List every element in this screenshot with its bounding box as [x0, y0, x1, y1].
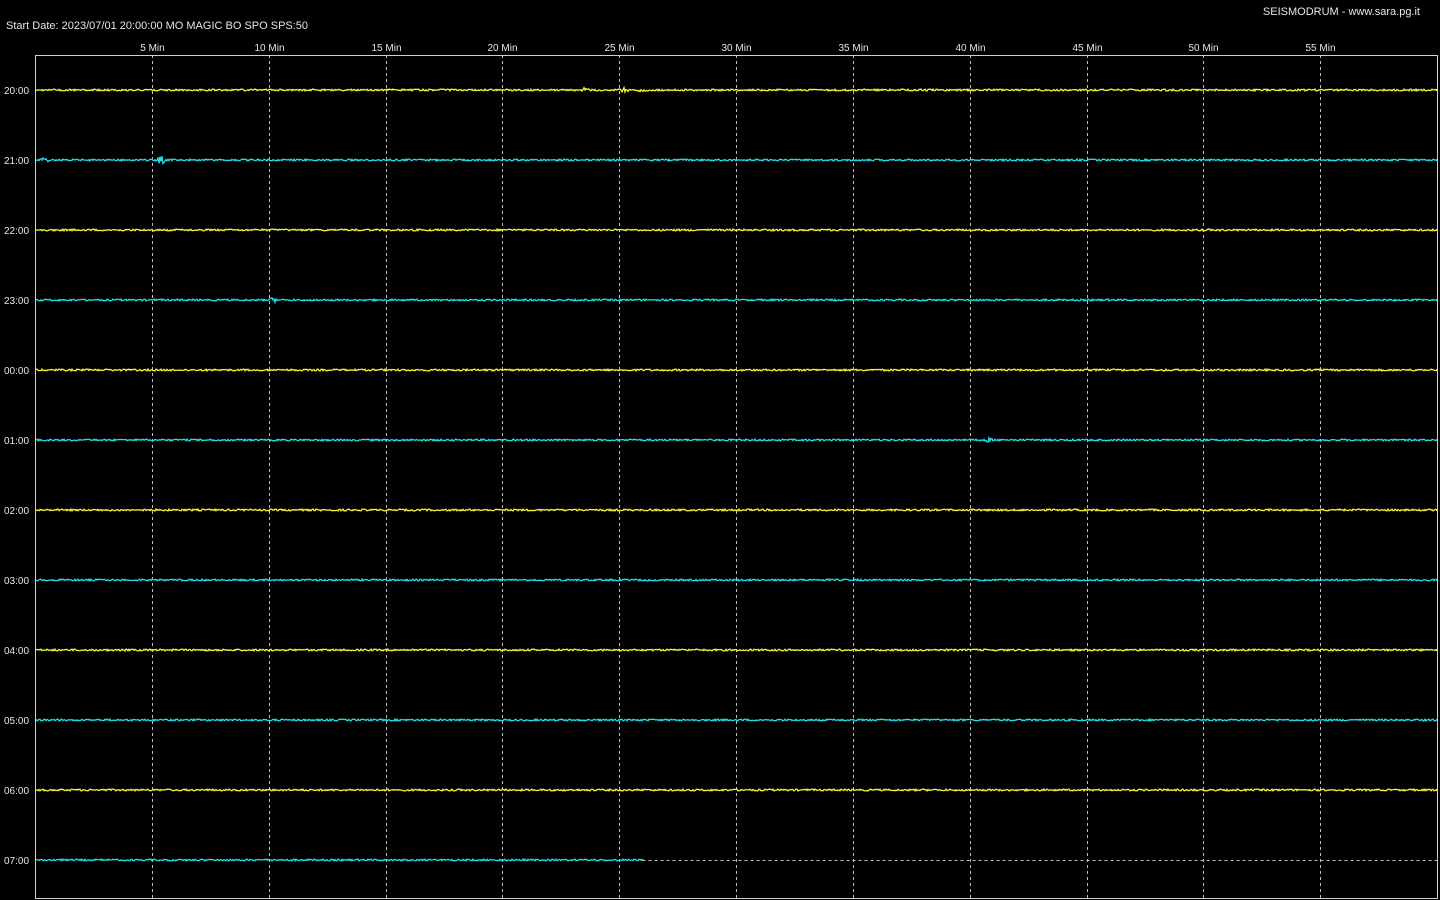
- hour-row-label: 03:00: [4, 576, 29, 587]
- trace-layer: [35, 85, 1438, 863]
- grid-layer: [152, 55, 1437, 898]
- seismic-trace-0000: [35, 367, 1438, 373]
- x-tick-label: 15 Min: [371, 43, 401, 54]
- label-layer: 5 Min 10 Min 15 Min 20 Min 25 Min 30 Min 35 Mi…: [4, 43, 1336, 867]
- hour-row-label: 01:00: [4, 436, 29, 447]
- seismogram-drum-chart: 5 Min 10 Min 15 Min 20 Min 25 Min 30 Min 35 Mi…: [4, 43, 1438, 899]
- x-tick-label: 25 Min: [604, 43, 634, 54]
- hour-row-label: 06:00: [4, 786, 29, 797]
- seismic-trace-0500: [35, 717, 1438, 723]
- hour-row-label: 04:00: [4, 646, 29, 657]
- x-tick-label: 50 Min: [1188, 43, 1218, 54]
- hour-row-label: 02:00: [4, 506, 29, 517]
- x-tick-label: 40 Min: [955, 43, 985, 54]
- seismic-trace-0700: [35, 857, 643, 863]
- hour-row-label: 21:00: [4, 156, 29, 167]
- hour-row-label: 05:00: [4, 716, 29, 727]
- x-tick-label: 30 Min: [721, 43, 751, 54]
- hour-row-label: 20:00: [4, 86, 29, 97]
- x-tick-label: 10 Min: [254, 43, 284, 54]
- hour-row-label: 00:00: [4, 366, 29, 377]
- x-tick-label: 55 Min: [1305, 43, 1335, 54]
- x-tick-label: 5 Min: [140, 43, 164, 54]
- seismic-trace-0400: [35, 647, 1438, 653]
- trace-end-marker: [641, 859, 644, 861]
- seismic-trace-0200: [35, 507, 1438, 513]
- hour-row-label: 22:00: [4, 226, 29, 237]
- x-tick-label: 45 Min: [1072, 43, 1102, 54]
- hour-row-label: 07:00: [4, 856, 29, 867]
- x-tick-label: 35 Min: [838, 43, 868, 54]
- x-tick-label: 20 Min: [487, 43, 517, 54]
- hour-row-label: 23:00: [4, 296, 29, 307]
